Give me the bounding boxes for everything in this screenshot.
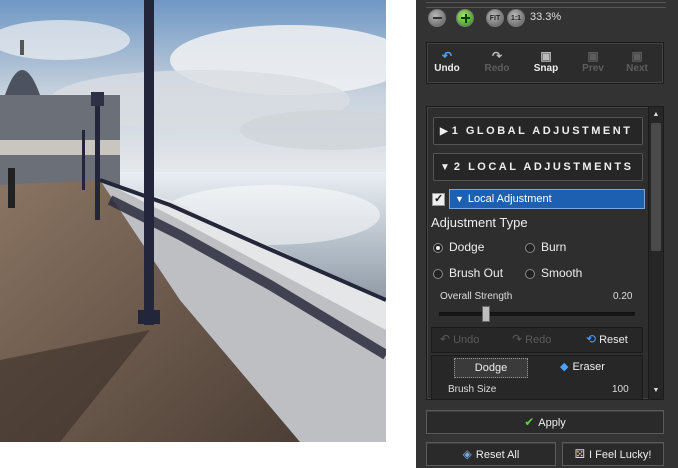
- prev-button[interactable]: ▣ Prev: [573, 49, 613, 74]
- scrollbar[interactable]: ▲ ▼: [648, 107, 663, 399]
- canvas-margin: [0, 442, 386, 468]
- dodge-radio[interactable]: [433, 243, 443, 253]
- next-icon: ▣: [631, 49, 643, 63]
- prev-label: Prev: [582, 63, 604, 74]
- feel-lucky-button[interactable]: ⚄ I Feel Lucky!: [562, 442, 664, 466]
- divider: [426, 2, 666, 8]
- burn-label: Burn: [541, 240, 567, 254]
- zoom-out-button[interactable]: [428, 9, 446, 27]
- checkmark-icon: ✔: [524, 415, 535, 429]
- local-adjustments-header[interactable]: ▼ 2 LOCAL ADJUSTMENTS: [433, 153, 643, 181]
- next-label: Next: [626, 63, 648, 74]
- snap-label: Snap: [533, 63, 559, 74]
- zoom-level: 33.3%: [530, 11, 562, 23]
- overall-strength-label: Overall Strength: [440, 291, 513, 302]
- burn-radio[interactable]: [525, 243, 535, 253]
- local-undo-button[interactable]: ↶ Undo: [440, 332, 479, 346]
- panel-gutter: [386, 0, 416, 468]
- snap-button[interactable]: ▣ Snap: [526, 49, 566, 74]
- overall-strength-slider[interactable]: [439, 306, 635, 322]
- history-toolbar: ↶ Undo ↷ Redo ▣ Snap ▣ Prev ▣ Next: [426, 42, 664, 84]
- undo-button[interactable]: ↶ Undo: [427, 49, 467, 74]
- brush-out-label: Brush Out: [449, 266, 504, 280]
- local-adjustments-label: 2 LOCAL ADJUSTMENTS: [453, 161, 634, 173]
- brush-size-label: Brush Size: [448, 384, 497, 395]
- redo-icon: ↷: [491, 49, 503, 63]
- scroll-up-icon[interactable]: ▲: [651, 110, 661, 120]
- smooth-label: Smooth: [541, 266, 583, 280]
- global-adjustment-label: 1 GLOBAL ADJUSTMENT: [451, 125, 633, 137]
- overall-strength-value: 0.20: [613, 291, 633, 302]
- redo-button[interactable]: ↷ Redo: [477, 49, 517, 74]
- collapse-arrow-icon: ▼: [440, 162, 450, 173]
- scroll-thumb[interactable]: [651, 123, 661, 251]
- smooth-radio[interactable]: [525, 269, 535, 279]
- expand-arrow-icon: ▶: [440, 126, 448, 137]
- dice-icon: ⚄: [574, 447, 586, 461]
- zoom-in-button[interactable]: [456, 9, 474, 27]
- next-button[interactable]: ▣ Next: [617, 49, 657, 74]
- actual-size-button[interactable]: 1:1: [507, 9, 525, 27]
- local-reset-button[interactable]: ⟲ Reset: [586, 332, 628, 346]
- undo-icon: ↶: [441, 49, 453, 63]
- apply-button[interactable]: ✔ Apply: [426, 410, 664, 434]
- reset-all-icon: ◈: [462, 447, 472, 461]
- brush-size-value: 100: [612, 384, 629, 395]
- local-history-toolbar: ↶ Undo ↷ Redo ⟲ Reset: [431, 327, 643, 353]
- undo-icon: ↶: [440, 332, 451, 346]
- local-adjustment-checkbox[interactable]: [432, 192, 445, 206]
- dodge-label: Dodge: [449, 240, 485, 254]
- eraser-brush-button[interactable]: ◆ Eraser: [560, 360, 605, 373]
- local-redo-button[interactable]: ↷ Redo: [512, 332, 551, 346]
- undo-label: Undo: [434, 63, 460, 74]
- adjustments-list: ▶ 1 GLOBAL ADJUSTMENT ▼ 2 LOCAL ADJUSTMENT…: [426, 106, 664, 400]
- local-adjustment-item[interactable]: ▼ Local Adjustment: [449, 189, 645, 209]
- slider-handle[interactable]: [482, 306, 490, 322]
- zoom-toolbar: FIT 1:1 33.3%: [426, 0, 666, 40]
- reset-icon: ⟲: [586, 332, 597, 346]
- redo-icon: ↷: [512, 332, 523, 346]
- brush-settings: Dodge ◆ Eraser Brush Size 100: [431, 355, 643, 399]
- photo-canvas[interactable]: [0, 0, 386, 442]
- brush-out-radio[interactable]: [433, 269, 443, 279]
- camera-icon: ▣: [540, 49, 552, 63]
- reset-all-button[interactable]: ◈ Reset All: [426, 442, 556, 466]
- adjustment-panel: FIT 1:1 33.3% ↶ Undo ↷ Redo ▣ Snap ▣ Pre…: [416, 0, 678, 468]
- eraser-icon: ◆: [560, 361, 569, 373]
- dodge-brush-button[interactable]: Dodge: [454, 358, 528, 378]
- global-adjustment-header[interactable]: ▶ 1 GLOBAL ADJUSTMENT: [433, 117, 643, 145]
- adjustment-type-label: Adjustment Type: [431, 215, 528, 230]
- pier-photo: [0, 0, 386, 442]
- fit-button[interactable]: FIT: [486, 9, 504, 27]
- prev-icon: ▣: [587, 49, 599, 63]
- collapse-arrow-icon: ▼: [455, 194, 464, 204]
- scroll-down-icon[interactable]: ▼: [651, 386, 661, 396]
- local-adjustment-title: Local Adjustment: [467, 193, 552, 205]
- redo-label: Redo: [484, 63, 510, 74]
